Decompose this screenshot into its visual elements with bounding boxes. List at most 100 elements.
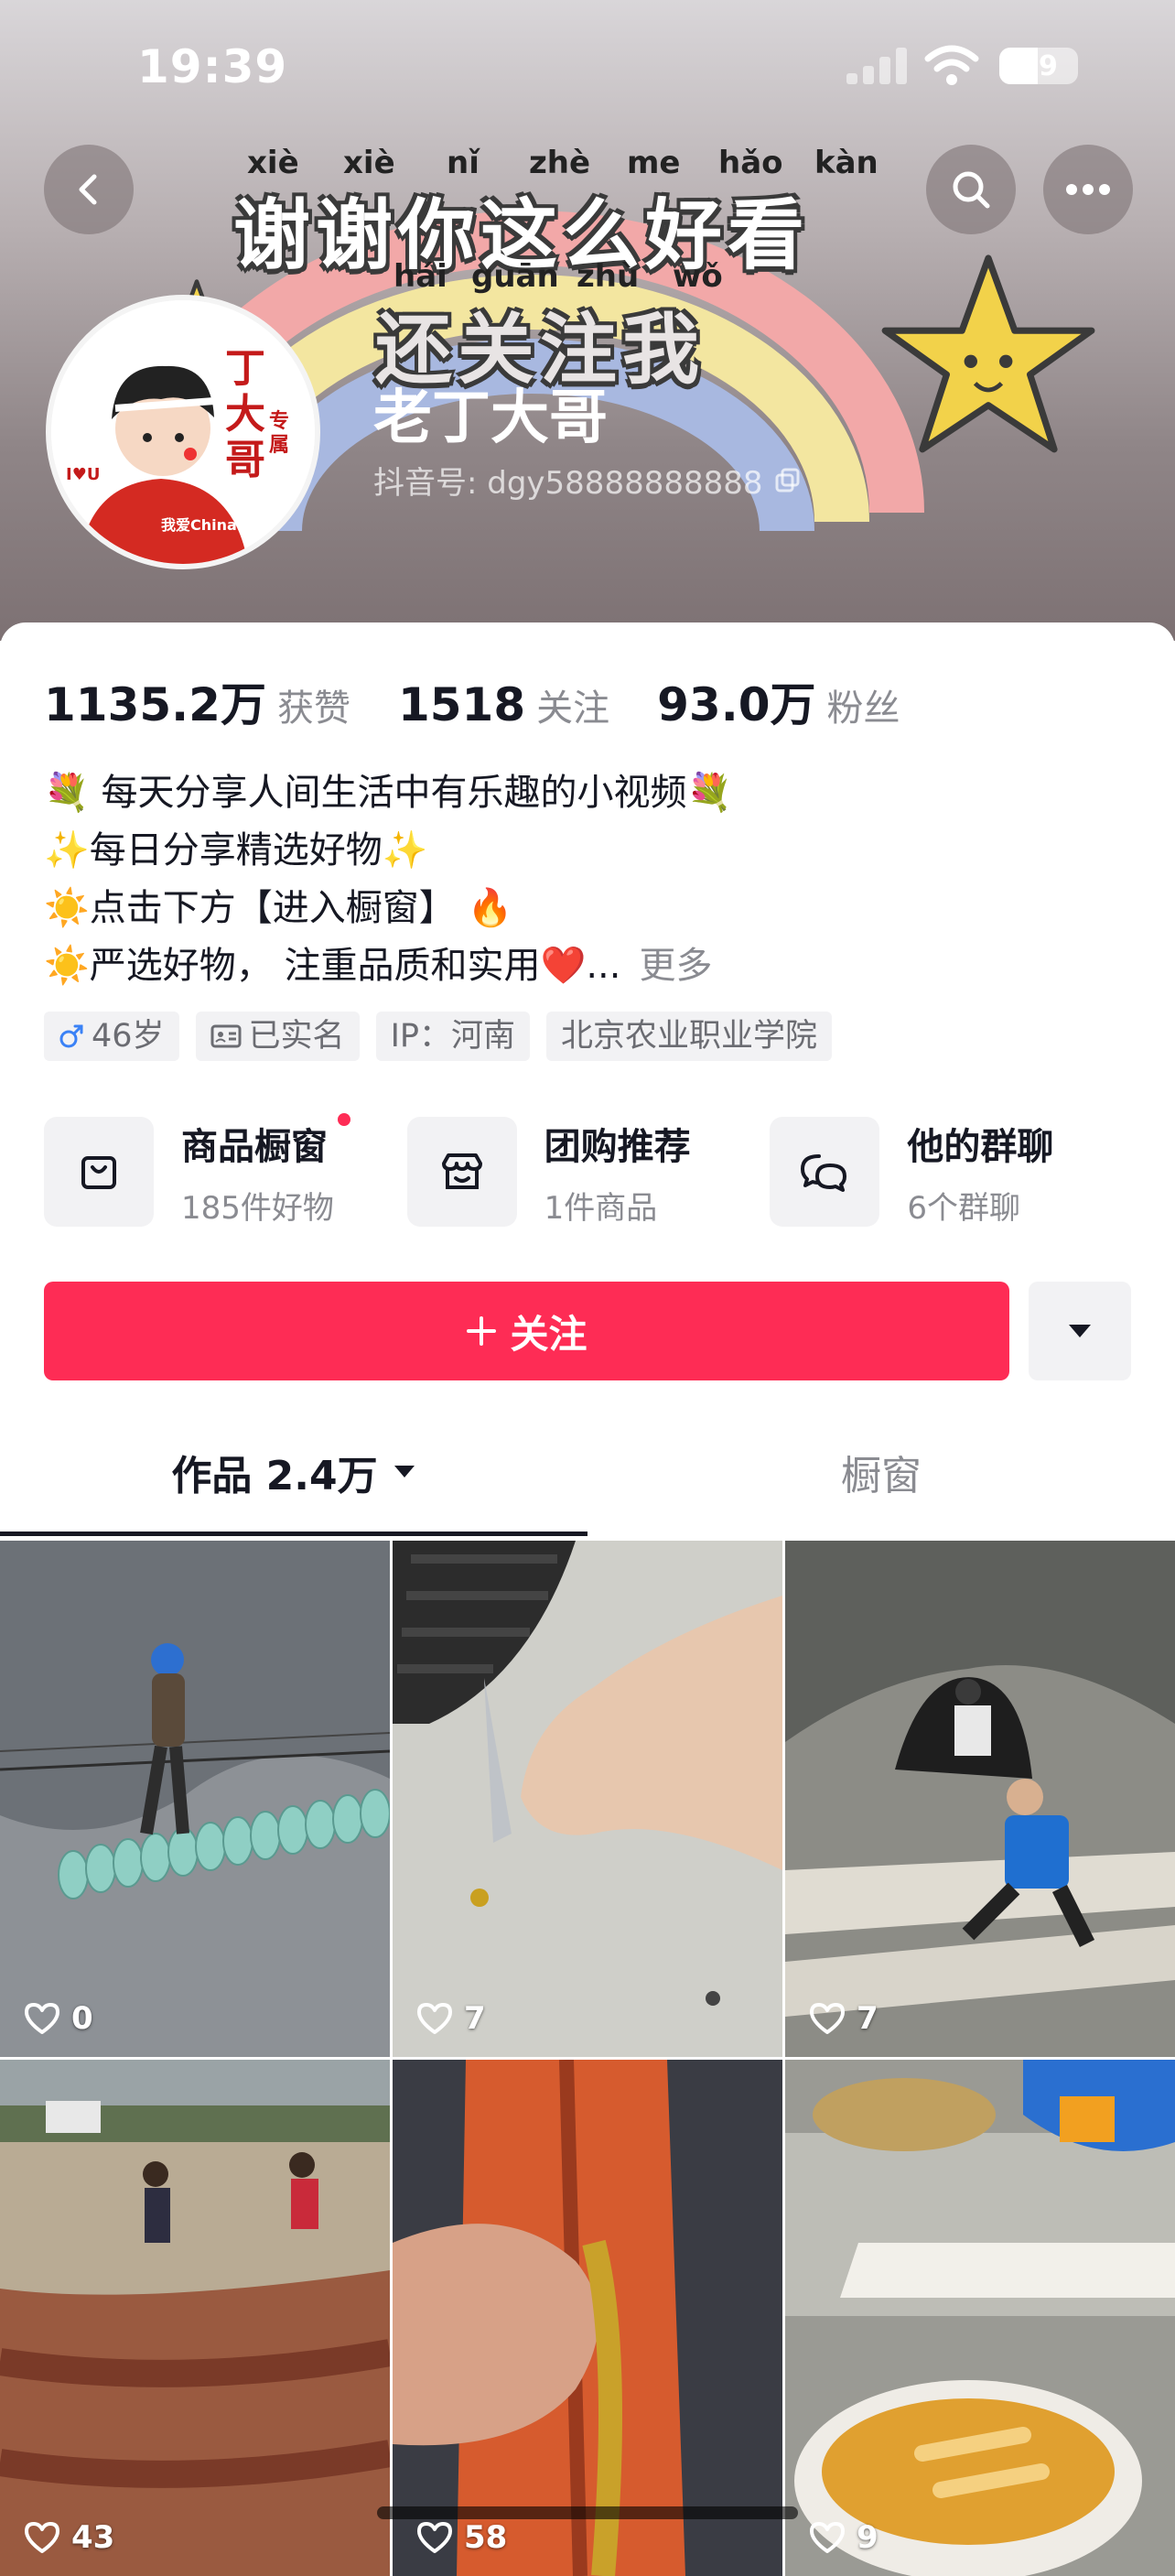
ellipsis-icon [1066,184,1110,195]
video-thumbnail[interactable]: 7 [393,1541,782,2057]
heart-icon [810,2522,845,2553]
chat-icon [801,1154,847,1192]
video-thumbnail[interactable]: 9 [785,2060,1175,2576]
tag-age: 46岁 [44,1012,179,1061]
avatar-label-left: I♥U [66,465,101,484]
feature-title-text: 商品橱窗 [181,1125,328,1168]
tab-window-label: 橱窗 [841,1453,922,1499]
feature-title: 他的群聊 [907,1125,1054,1168]
wifi-icon [924,45,979,85]
status-bar: 19:39 49 [0,0,1175,137]
follow-button-label: 关注 [510,1311,588,1357]
stats-row: 1135.2万 获赞 1518 关注 93.0万 粉丝 [44,668,948,734]
feature-subtitle: 6个群聊 [907,1189,1020,1227]
nickname: 老丁大哥 [373,384,608,452]
banner-pinyin-7: kàn [814,145,879,181]
profile-header: xiè xiè nǐ zhè me hǎo kàn 谢谢你这么好看 hái gu… [0,0,1175,641]
bio-line: 💐 每天分享人间生活中有乐趣的小视频💐 [44,772,733,814]
avatar-title: 丁大哥 [225,345,265,483]
video-thumbnail-image [393,2060,782,2576]
search-icon [953,171,990,209]
heart-icon [417,2003,452,2034]
status-time: 19:39 [137,40,288,93]
feature-title: 商品橱窗 [181,1112,350,1170]
bio: 💐 每天分享人间生活中有乐趣的小视频💐 ✨每日分享精选好物✨ ☀️点击下方【进入… [44,764,732,995]
video-thumbnail[interactable]: 0 [0,1541,390,2057]
like-count: 0 [24,2000,93,2037]
video-thumbnail-image [393,1541,782,2057]
bio-line-text: ☀️严选好物， 注重品质和实用❤️... [44,945,621,987]
follow-button[interactable]: 关注 [44,1282,1009,1380]
star-icon [881,254,1095,453]
search-button[interactable] [926,145,1016,234]
tag-age-text: 46岁 [92,1018,165,1055]
like-count-text: 58 [464,2519,508,2556]
caret-down-icon [393,1466,415,1477]
feature-icon-box [770,1117,880,1227]
notification-dot [337,1112,350,1126]
like-count: 7 [416,2000,486,2037]
followers-count[interactable]: 93.0万 [657,668,815,734]
video-thumbnail[interactable]: 7 [785,1541,1175,2057]
like-count-text: 7 [464,2000,486,2037]
heart-icon [417,2522,452,2553]
plus-icon [467,1316,497,1346]
avatar-label-bottom: 我爱China中国 [161,516,266,534]
tag-verified: 已实名 [195,1012,360,1061]
douyin-id-text: 抖音号: dgy58888888888 [373,465,763,502]
bio-line: ☀️严选好物， 注重品质和实用❤️... 更多 [44,937,732,995]
following-count[interactable]: 1518 [398,678,525,731]
tag-ip: IP：河南 [375,1012,530,1061]
feature-icon-box [44,1117,154,1227]
feature-group-chat[interactable]: 他的群聊 6个群聊 [770,1117,1133,1227]
tag-school-text: 北京农业职业学院 [561,1018,818,1055]
recommend-dropdown-button[interactable] [1029,1282,1131,1380]
caret-down-icon [1069,1325,1091,1337]
bio-line: ☀️点击下方【进入橱窗】 🔥 [44,887,513,929]
video-thumbnail[interactable]: 58 [393,2060,782,2576]
tag-verified-text: 已实名 [248,1018,345,1055]
bio-line: ✨每日分享精选好物✨ [44,829,428,871]
feature-subtitle: 185件好物 [181,1189,334,1227]
like-count: 58 [416,2519,507,2556]
video-thumbnail-image [0,1541,390,2057]
tag-school[interactable]: 北京农业职业学院 [546,1012,833,1061]
like-count-text: 43 [71,2519,115,2556]
like-count: 9 [809,2519,879,2556]
tab-works[interactable]: 作品 2.4万 [0,1428,588,1516]
store-icon [441,1153,482,1189]
avatar-badge: 专属 [269,410,290,457]
heart-icon [25,2522,59,2553]
feature-subtitle: 1件商品 [544,1189,658,1227]
likes-count[interactable]: 1135.2万 [44,668,266,734]
feature-row: 商品橱窗 185件好物 团购推荐 1件商品 他的群聊 6个群聊 [44,1112,1133,1227]
following-label: 关注 [536,687,610,730]
like-count-text: 0 [71,2000,93,2037]
like-count-text: 7 [857,2000,879,2037]
shopping-bag-icon [81,1156,116,1189]
battery-icon: 49 [999,48,1078,84]
male-icon [59,1024,83,1048]
cellular-signal-icon [846,48,911,84]
avatar[interactable]: 丁大哥 专属 I♥U 我爱China中国 [46,295,320,569]
more-options-button[interactable] [1043,145,1133,234]
feature-shop-window[interactable]: 商品橱窗 185件好物 [44,1112,407,1227]
tab-shop-window[interactable]: 橱窗 [588,1428,1175,1516]
like-count: 7 [809,2000,879,2037]
video-thumbnail-image [785,2060,1175,2576]
chevron-left-icon [79,174,97,205]
like-count: 43 [24,2519,114,2556]
back-button[interactable] [44,145,134,234]
feature-icon-box [406,1117,517,1227]
battery-level: 49 [1019,50,1058,82]
douyin-id[interactable]: 抖音号: dgy58888888888 [373,458,802,503]
video-thumbnail[interactable]: 43 [0,2060,390,2576]
tab-underline [0,1532,588,1536]
tag-row: 46岁 已实名 IP：河南 北京农业职业学院 [44,1012,833,1061]
heart-icon [810,2003,845,2034]
home-indicator[interactable] [377,2506,798,2519]
bio-more-link[interactable]: 更多 [639,945,712,987]
id-card-icon [210,1024,242,1048]
copy-icon[interactable] [774,467,802,494]
feature-group-buy[interactable]: 团购推荐 1件商品 [406,1117,771,1227]
